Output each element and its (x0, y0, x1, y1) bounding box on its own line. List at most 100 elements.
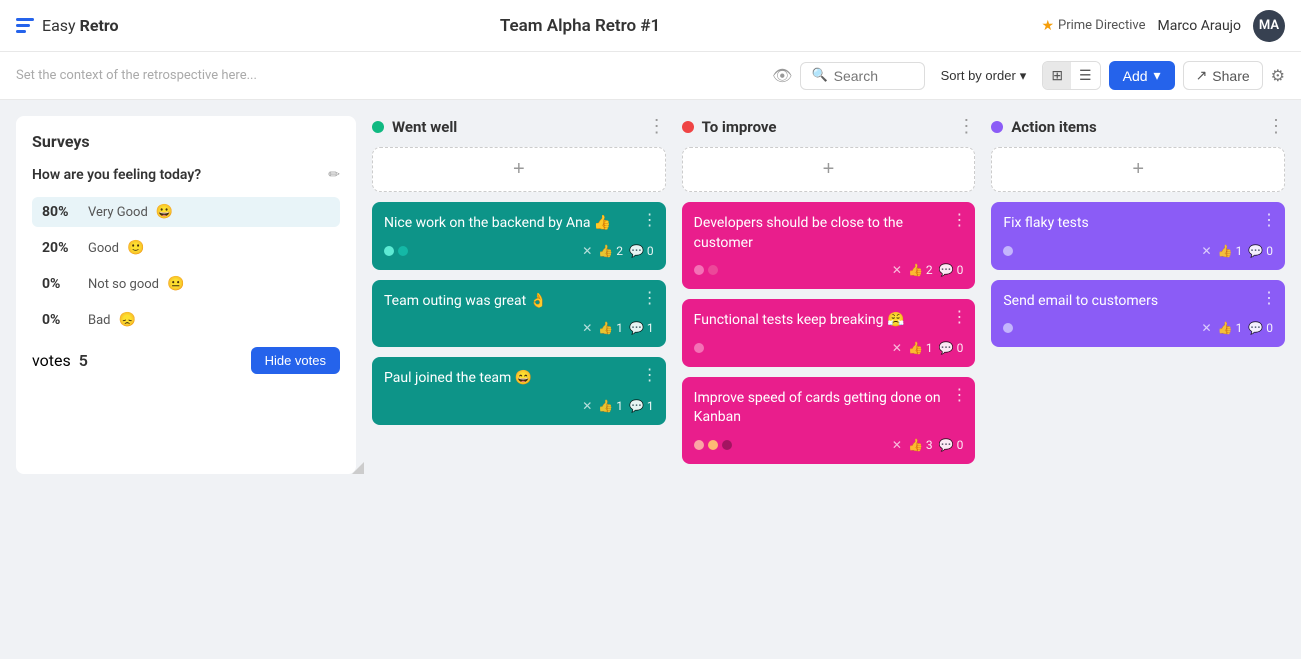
card-actions-7: ✕ 👍 1 💬 0 (1202, 244, 1273, 258)
card-like-5[interactable]: 👍 1 (908, 341, 933, 355)
survey-option-2[interactable]: 0% Not so good 😐 (32, 269, 340, 299)
logo-icon (16, 18, 34, 33)
card-close-5[interactable]: ✕ (892, 341, 902, 355)
add-card-button-action-items[interactable]: + (991, 147, 1285, 192)
card-8: ⋮ Send email to customers ✕ 👍 1 💬 0 (991, 280, 1285, 348)
column-title-to-improve: To improve (702, 118, 777, 136)
card-close-3[interactable]: ✕ (582, 399, 592, 413)
page-title: Team Alpha Retro #1 (500, 16, 660, 36)
survey-option-1[interactable]: 20% Good 🙂 (32, 233, 340, 263)
column-dot-to-improve (682, 121, 694, 133)
card-like-3[interactable]: 👍 1 (598, 399, 623, 413)
card-comment-8[interactable]: 💬 0 (1248, 321, 1273, 335)
card-dot-7a (1003, 246, 1013, 256)
card-comment-1[interactable]: 💬 0 (629, 244, 654, 258)
sort-button[interactable]: Sort by order ▾ (933, 63, 1035, 89)
column-menu-button-to-improve[interactable]: ⋮ (957, 116, 975, 137)
card-close-6[interactable]: ✕ (892, 438, 902, 452)
votes-row: votes 5 Hide votes (32, 347, 340, 374)
card-menu-button-7[interactable]: ⋮ (1261, 210, 1277, 230)
card-dots-7 (1003, 246, 1013, 256)
card-close-2[interactable]: ✕ (582, 321, 592, 335)
card-like-6[interactable]: 👍 3 (908, 438, 933, 452)
card-menu-button-4[interactable]: ⋮ (951, 210, 967, 230)
card-close-4[interactable]: ✕ (892, 263, 902, 277)
thumb-icon-4: 👍 (908, 263, 923, 277)
card-comment-6[interactable]: 💬 0 (939, 438, 964, 452)
card-like-8[interactable]: 👍 1 (1218, 321, 1243, 335)
column-header-action-items: Action items ⋮ (991, 116, 1285, 137)
card-comment-7[interactable]: 💬 0 (1248, 244, 1273, 258)
card-menu-button-2[interactable]: ⋮ (642, 288, 658, 308)
column-title-went-well: Went well (392, 118, 457, 136)
card-text-2: Team outing was great 👌 (384, 292, 654, 312)
card-2: ⋮ Team outing was great 👌 ✕ 👍 1 💬 1 (372, 280, 666, 348)
card-footer-8: ✕ 👍 1 💬 0 (1003, 321, 1273, 335)
logo-bar-2 (16, 24, 30, 27)
context-placeholder[interactable]: Set the context of the retrospective her… (16, 68, 257, 83)
survey-label-1: Good (88, 241, 119, 256)
card-menu-button-3[interactable]: ⋮ (642, 365, 658, 385)
column-menu-button-action-items[interactable]: ⋮ (1267, 116, 1285, 137)
header-right: ★ Prime Directive Marco Araujo MA (1041, 10, 1285, 42)
card-dot-6a (694, 440, 704, 450)
card-close-1[interactable]: ✕ (582, 244, 592, 258)
card-like-1[interactable]: 👍 2 (598, 244, 623, 258)
card-menu-button-6[interactable]: ⋮ (951, 385, 967, 405)
card-actions-4: ✕ 👍 2 💬 0 (892, 263, 963, 277)
votes-text: votes 5 (32, 351, 88, 370)
comment-icon-7: 💬 (1248, 244, 1263, 258)
card-menu-button-8[interactable]: ⋮ (1261, 288, 1277, 308)
search-input[interactable] (834, 68, 914, 84)
card-menu-button-1[interactable]: ⋮ (642, 210, 658, 230)
card-comment-2[interactable]: 💬 1 (629, 321, 654, 335)
board: Surveys How are you feeling today? ✏ 80%… (0, 100, 1301, 490)
thumb-icon-3: 👍 (598, 399, 613, 413)
card-menu-button-5[interactable]: ⋮ (951, 307, 967, 327)
view-list-button[interactable]: ☰ (1071, 62, 1100, 89)
hide-votes-button[interactable]: Hide votes (251, 347, 340, 374)
column-menu-button-went-well[interactable]: ⋮ (648, 116, 666, 137)
survey-pct-0: 80% (42, 204, 80, 220)
card-comment-4[interactable]: 💬 0 (939, 263, 964, 277)
survey-option-3[interactable]: 0% Bad 😞 (32, 305, 340, 335)
card-1: ⋮ Nice work on the backend by Ana 👍 ✕ 👍 … (372, 202, 666, 270)
add-card-button-went-well[interactable]: + (372, 147, 666, 192)
card-text-8: Send email to customers (1003, 292, 1273, 312)
survey-emoji-2: 😐 (167, 276, 184, 292)
thumb-icon-7: 👍 (1218, 244, 1233, 258)
card-like-4[interactable]: 👍 2 (908, 263, 933, 277)
card-7: ⋮ Fix flaky tests ✕ 👍 1 💬 0 (991, 202, 1285, 270)
card-comment-5[interactable]: 💬 0 (939, 341, 964, 355)
prime-directive-link[interactable]: ★ Prime Directive (1041, 18, 1145, 34)
card-comment-3[interactable]: 💬 1 (629, 399, 654, 413)
card-like-7[interactable]: 👍 1 (1218, 244, 1243, 258)
eye-button[interactable]: 👁 (772, 66, 792, 86)
card-dots-6 (694, 440, 732, 450)
add-card-button-to-improve[interactable]: + (682, 147, 976, 192)
add-label: Add (1123, 68, 1148, 84)
view-grid-button[interactable]: ⊞ (1043, 62, 1071, 89)
avatar[interactable]: MA (1253, 10, 1285, 42)
card-actions-6: ✕ 👍 3 💬 0 (892, 438, 963, 452)
column-header-to-improve: To improve ⋮ (682, 116, 976, 137)
add-button[interactable]: Add ▾ (1109, 61, 1175, 90)
card-dot-6c (722, 440, 732, 450)
card-dot-8a (1003, 323, 1013, 333)
fold-handle[interactable] (352, 462, 364, 474)
share-button[interactable]: ↗ Share (1183, 61, 1263, 90)
column-title-row-to-improve: To improve (682, 118, 777, 136)
edit-icon[interactable]: ✏ (328, 167, 340, 183)
logo-bar-1 (16, 18, 34, 21)
card-close-7[interactable]: ✕ (1202, 244, 1212, 258)
card-like-2[interactable]: 👍 1 (598, 321, 623, 335)
survey-emoji-0: 😀 (156, 204, 173, 220)
card-6: ⋮ Improve speed of cards getting done on… (682, 377, 976, 464)
search-icon: 🔍 (811, 68, 827, 83)
survey-option-0[interactable]: 80% Very Good 😀 (32, 197, 340, 227)
chevron-down-icon: ▾ (1020, 68, 1027, 84)
settings-button[interactable]: ⚙ (1271, 66, 1285, 86)
card-close-8[interactable]: ✕ (1202, 321, 1212, 335)
view-toggle: ⊞ ☰ (1042, 61, 1100, 90)
card-4: ⋮ Developers should be close to the cust… (682, 202, 976, 289)
